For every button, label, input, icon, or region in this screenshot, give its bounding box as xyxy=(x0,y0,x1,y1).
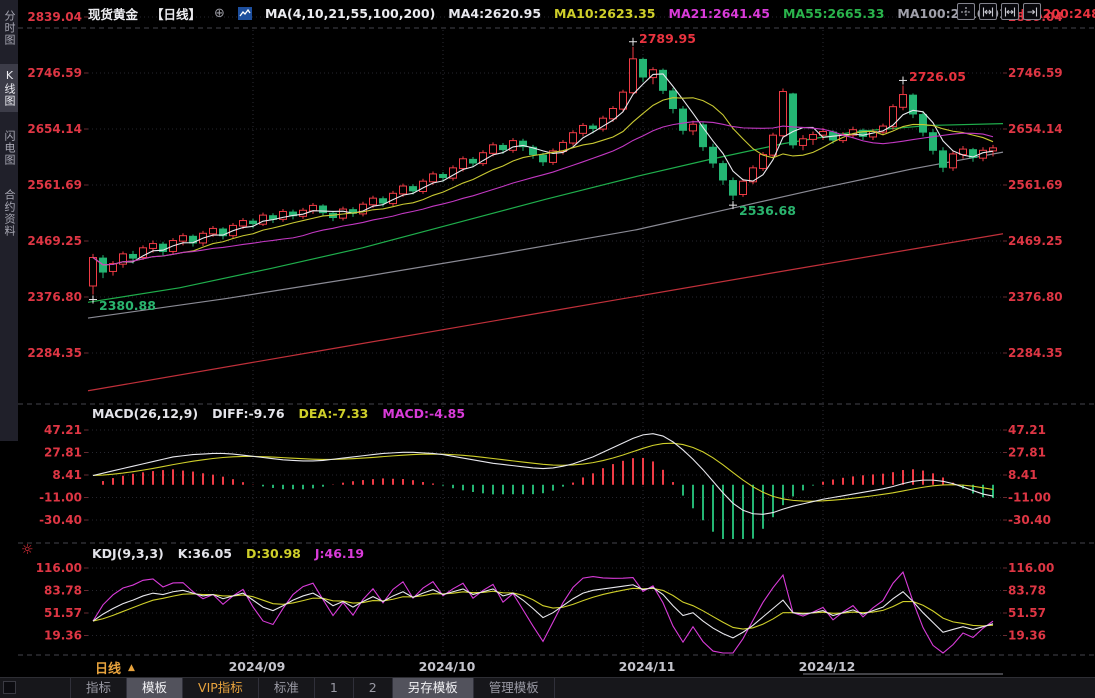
macd-header: MACD(26,12,9) DIFF:-9.76 DEA:-7.33 MACD:… xyxy=(92,406,465,421)
svg-text:2561.69: 2561.69 xyxy=(27,178,82,192)
svg-text:2284.35: 2284.35 xyxy=(27,346,82,360)
ma4-line xyxy=(92,73,994,266)
ma-settings-label: MA(4,10,21,55,100,200) xyxy=(264,5,436,21)
kdj-j-value: J:46.19 xyxy=(314,546,365,561)
svg-text:51.57: 51.57 xyxy=(1008,606,1046,620)
svg-text:-11.00: -11.00 xyxy=(1008,491,1051,505)
ma-value-1: MA10:2623.35 xyxy=(554,5,656,21)
goto-latest-icon[interactable] xyxy=(1023,3,1041,20)
svg-text:116.00: 116.00 xyxy=(36,561,82,575)
left-sidebar: 分时图 K线图闪电图合约资料 xyxy=(0,0,18,441)
bottom-toolbar: 指标 模板 VIP指标 标准 1 2 另存模板 管理模板 xyxy=(0,677,1095,698)
svg-text:27.81: 27.81 xyxy=(44,446,82,460)
svg-text:8.41: 8.41 xyxy=(1008,468,1038,482)
svg-text:2654.14: 2654.14 xyxy=(27,122,82,136)
add-indicator-icon[interactable]: ⊕ xyxy=(214,7,225,20)
axis-labels: 2839.042839.042746.592746.592654.142654.… xyxy=(27,10,1063,675)
svg-text:-11.00: -11.00 xyxy=(39,491,82,505)
date-label: 2024/11 xyxy=(619,659,676,674)
svg-text:2746.59: 2746.59 xyxy=(1008,66,1063,80)
macd-macd-value: MACD:-4.85 xyxy=(382,406,466,421)
svg-text:2839.04: 2839.04 xyxy=(27,10,82,24)
tab-7[interactable]: 管理模板 xyxy=(474,678,555,698)
ma10-line xyxy=(92,97,994,266)
ma55-line xyxy=(87,123,1004,303)
mini-chart-icon[interactable] xyxy=(237,6,252,20)
ma21-line xyxy=(92,121,994,266)
svg-text:-30.40: -30.40 xyxy=(1008,513,1051,527)
app-window: 2839.042839.042746.592746.592654.142654.… xyxy=(0,0,1095,698)
kdj-name: KDJ(9,3,3) xyxy=(92,546,164,561)
svg-text:83.78: 83.78 xyxy=(1008,584,1046,598)
instrument-title: 现货黄金 xyxy=(88,6,139,22)
extreme-markers xyxy=(89,37,907,304)
svg-text:2376.80: 2376.80 xyxy=(27,290,82,304)
chart-header: 现货黄金 【日线】 ⊕ MA(4,10,21,55,100,200) MA4:2… xyxy=(88,0,1095,26)
date-label: 2024/12 xyxy=(799,659,856,674)
ma200-line xyxy=(87,233,1004,392)
window-icon[interactable] xyxy=(3,681,16,694)
macd-dea-value: DEA:-7.33 xyxy=(298,406,369,421)
svg-text:2654.14: 2654.14 xyxy=(1008,122,1063,136)
pan-tool-icon[interactable] xyxy=(957,3,975,20)
svg-text:27.81: 27.81 xyxy=(1008,446,1046,460)
sidebar-item-2[interactable]: 闪电图 xyxy=(0,125,18,171)
kdj-k-value: K:36.05 xyxy=(177,546,232,561)
svg-text:47.21: 47.21 xyxy=(44,423,82,437)
date-label: 2024/09 xyxy=(229,659,286,674)
svg-text:2469.25: 2469.25 xyxy=(1008,234,1063,248)
svg-text:19.36: 19.36 xyxy=(1008,628,1046,642)
svg-text:116.00: 116.00 xyxy=(1008,561,1054,575)
svg-text:51.57: 51.57 xyxy=(44,606,82,620)
svg-text:2376.80: 2376.80 xyxy=(1008,290,1063,304)
ma-value-2: MA21:2641.45 xyxy=(668,5,770,21)
ma-slow-lines xyxy=(87,123,1004,392)
timeframe-tag[interactable]: 日线 ▲ xyxy=(95,658,135,677)
svg-text:-30.40: -30.40 xyxy=(39,513,82,527)
svg-text:83.78: 83.78 xyxy=(44,584,82,598)
kdj-d-value: D:30.98 xyxy=(245,546,301,561)
sidebar-item-1[interactable]: K线图 xyxy=(0,64,18,112)
tab-1[interactable]: 模板 xyxy=(127,678,184,698)
macd-diff-value: DIFF:-9.76 xyxy=(212,406,285,421)
tab-6[interactable]: 另存模板 xyxy=(392,678,474,698)
svg-text:2284.35: 2284.35 xyxy=(1008,346,1063,360)
tab-4[interactable]: 1 xyxy=(315,678,354,698)
ma-fast-lines xyxy=(92,73,994,266)
price-annotation-1: 2726.05 xyxy=(909,69,966,85)
tab-3[interactable]: 标准 xyxy=(259,678,315,698)
tab-5[interactable]: 2 xyxy=(354,678,393,698)
svg-text:47.21: 47.21 xyxy=(1008,423,1046,437)
kdj-header: KDJ(9,3,3) K:36.05 D:30.98 J:46.19 xyxy=(92,546,364,561)
candlestick-series xyxy=(89,46,997,295)
toolbar-tabs: 指标 模板 VIP指标 标准 1 2 另存模板 管理模板 xyxy=(70,678,555,698)
price-annotation-2: 2536.68 xyxy=(739,203,796,219)
ma-value-0: MA4:2620.95 xyxy=(448,5,542,21)
svg-text:2561.69: 2561.69 xyxy=(1008,178,1063,192)
indicator-settings-icon[interactable]: ☼ xyxy=(21,543,34,558)
sidebar-item-0[interactable]: 分时图 xyxy=(0,5,18,51)
macd-name: MACD(26,12,9) xyxy=(92,406,199,421)
timeframe-label: 日线 xyxy=(95,662,122,677)
price-annotation-0: 2789.95 xyxy=(639,30,696,46)
collapse-icon: ▲ xyxy=(128,662,135,673)
svg-text:19.36: 19.36 xyxy=(44,628,82,642)
chart-toolbar xyxy=(957,3,1041,20)
expand-x-icon[interactable] xyxy=(1001,3,1019,20)
svg-text:2746.59: 2746.59 xyxy=(27,66,82,80)
period-label[interactable]: 【日线】 xyxy=(151,4,201,23)
tab-2[interactable]: VIP指标 xyxy=(183,678,259,698)
ma-value-3: MA55:2665.33 xyxy=(782,5,885,21)
tab-0[interactable]: 指标 xyxy=(70,678,128,698)
svg-text:8.41: 8.41 xyxy=(52,468,82,482)
sidebar-item-3[interactable]: 合约资料 xyxy=(0,184,18,242)
svg-text:2469.25: 2469.25 xyxy=(27,234,82,248)
chart-canvas[interactable]: 2839.042839.042746.592746.592654.142654.… xyxy=(0,0,1095,698)
compress-x-icon[interactable] xyxy=(979,3,997,20)
date-label: 2024/10 xyxy=(419,659,476,674)
price-annotation-3: 2380.88 xyxy=(99,297,156,313)
